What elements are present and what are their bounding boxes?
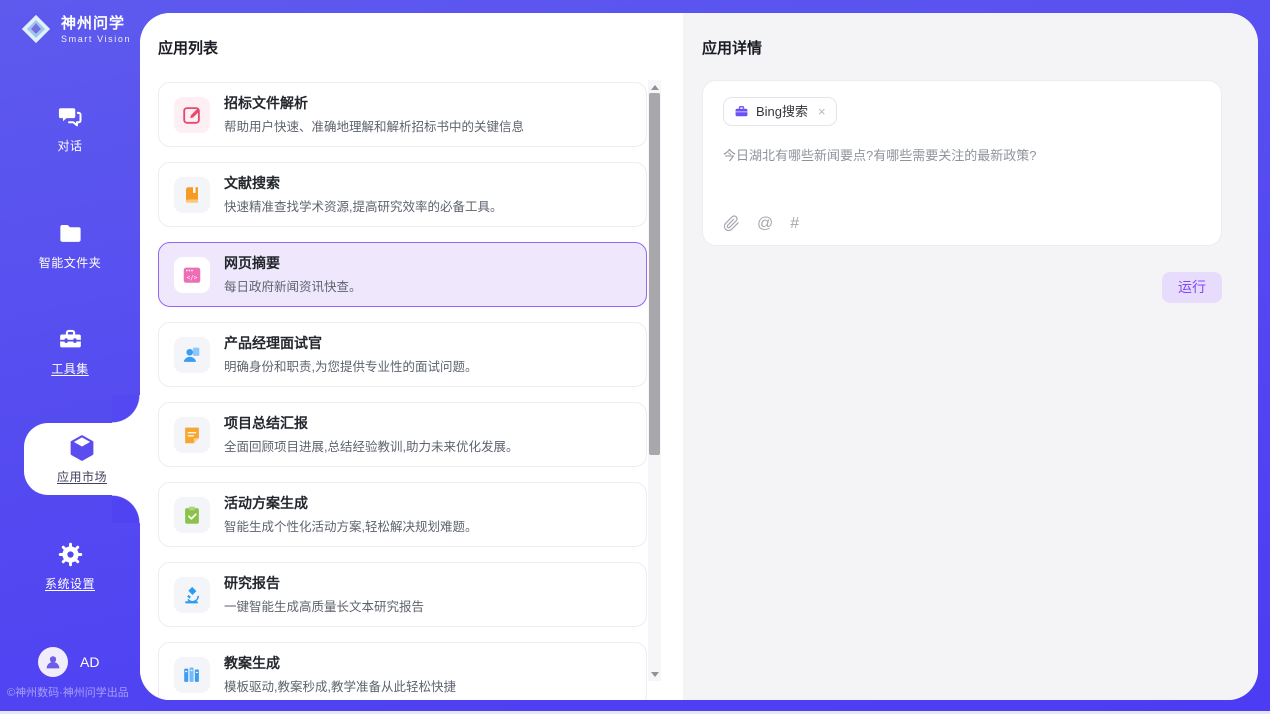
sidebar-item-app-market[interactable]: 应用市场 — [24, 423, 140, 495]
app-card-title: 产品经理面试官 — [224, 335, 477, 352]
app-card[interactable]: 招标文件解析 帮助用户快速、准确地理解和解析招标书中的关键信息 — [158, 82, 647, 147]
app-list: 招标文件解析 帮助用户快速、准确地理解和解析招标书中的关键信息 文献搜索 — [158, 82, 647, 700]
tool-tag-label: Bing搜索 — [756, 103, 808, 120]
app-detail-title: 应用详情 — [702, 40, 1222, 58]
scroll-down-icon[interactable] — [648, 668, 661, 680]
svg-text:</>: </> — [187, 274, 198, 281]
app-card-desc: 明确身份和职责,为您提供专业性的面试问题。 — [224, 356, 477, 375]
app-card-title: 活动方案生成 — [224, 495, 477, 512]
app-window: 神州问学 Smart Vision 对话 智能文件夹 — [0, 0, 1270, 714]
edit-document-icon — [174, 97, 210, 133]
app-detail-panel: 应用详情 Bing搜索 × 今日湖北有哪些新闻要点?有哪些需要关注的最新政策? — [683, 13, 1258, 700]
sidebar: 神州问学 Smart Vision 对话 智能文件夹 — [0, 0, 140, 714]
brand-name: 神州问学 — [61, 15, 131, 33]
scroll-up-icon[interactable] — [648, 81, 661, 93]
books-icon — [174, 657, 210, 693]
app-card-desc: 每日政府新闻资讯快查。 — [224, 276, 362, 295]
main-content: 应用列表 招标文件解析 帮助用户快速、准确地理解和解析招标书中的关键信息 — [140, 13, 1258, 700]
app-card[interactable]: 教案生成 模板驱动,教案秒成,教学准备从此轻松快捷 — [158, 642, 647, 700]
toolbox-icon — [57, 326, 84, 353]
app-card-title: 项目总结汇报 — [224, 415, 518, 432]
paperclip-icon[interactable] — [723, 215, 740, 232]
scrollbar[interactable] — [648, 80, 661, 681]
remove-tool-icon[interactable]: × — [818, 105, 826, 118]
clipboard-check-icon — [174, 497, 210, 533]
app-card-title: 文献搜索 — [224, 175, 502, 192]
copyright: ©神州数码·神州问学出品 — [7, 684, 129, 700]
run-button[interactable]: 运行 — [1162, 272, 1222, 303]
app-card-title: 网页摘要 — [224, 255, 362, 272]
scrollbar-thumb[interactable] — [649, 93, 660, 455]
note-icon — [174, 417, 210, 453]
user-name: AD — [80, 654, 99, 670]
app-list-title: 应用列表 — [158, 40, 218, 58]
tool-tag-bing-search[interactable]: Bing搜索 × — [723, 97, 837, 126]
brand-subtitle: Smart Vision — [61, 34, 131, 44]
app-card-desc: 一键智能生成高质量长文本研究报告 — [224, 596, 424, 615]
prompt-toolbar: @ # — [723, 215, 799, 232]
user-avatar-icon — [44, 653, 62, 671]
app-card-selected[interactable]: </> 网页摘要 每日政府新闻资讯快查。 — [158, 242, 647, 307]
app-card-desc: 全面回顾项目进展,总结经验教训,助力未来优化发展。 — [224, 436, 518, 455]
mention-icon[interactable]: @ — [757, 216, 773, 232]
app-card[interactable]: 产品经理面试官 明确身份和职责,为您提供专业性的面试问题。 — [158, 322, 647, 387]
app-card-desc: 快速精准查找学术资源,提高研究效率的必备工具。 — [224, 196, 502, 215]
briefcase-icon — [734, 104, 749, 119]
app-card-title: 招标文件解析 — [224, 95, 524, 112]
app-card[interactable]: 文献搜索 快速精准查找学术资源,提高研究效率的必备工具。 — [158, 162, 647, 227]
app-card-desc: 智能生成个性化活动方案,轻松解决规划难题。 — [224, 516, 477, 535]
interviewer-icon — [174, 337, 210, 373]
avatar — [38, 647, 68, 677]
microscope-icon — [174, 577, 210, 613]
sidebar-item-settings[interactable]: 系统设置 — [0, 541, 140, 592]
user-profile[interactable]: AD — [38, 647, 99, 677]
diamond-logo-icon — [19, 12, 53, 46]
folder-icon — [57, 220, 84, 247]
chat-icon — [56, 104, 84, 130]
sidebar-item-toolset[interactable]: 工具集 — [0, 326, 140, 377]
sidebar-item-smart-folder[interactable]: 智能文件夹 — [0, 220, 140, 271]
sidebar-item-chat[interactable]: 对话 — [0, 104, 140, 154]
cube-icon — [67, 433, 97, 463]
hash-icon[interactable]: # — [790, 216, 799, 232]
app-card-title: 研究报告 — [224, 575, 424, 592]
prompt-text[interactable]: 今日湖北有哪些新闻要点?有哪些需要关注的最新政策? — [723, 147, 1201, 165]
brand-logo: 神州问学 Smart Vision — [19, 12, 131, 46]
app-list-panel: 应用列表 招标文件解析 帮助用户快速、准确地理解和解析招标书中的关键信息 — [140, 13, 683, 700]
app-card-desc: 模板驱动,教案秒成,教学准备从此轻松快捷 — [224, 676, 456, 695]
app-card[interactable]: 活动方案生成 智能生成个性化活动方案,轻松解决规划难题。 — [158, 482, 647, 547]
app-card[interactable]: 项目总结汇报 全面回顾项目进展,总结经验教训,助力未来优化发展。 — [158, 402, 647, 467]
run-row: 运行 — [702, 272, 1222, 303]
webpage-code-icon: </> — [174, 257, 210, 293]
app-card[interactable]: 研究报告 一键智能生成高质量长文本研究报告 — [158, 562, 647, 627]
gear-icon — [57, 541, 84, 568]
book-icon — [174, 177, 210, 213]
prompt-card: Bing搜索 × 今日湖北有哪些新闻要点?有哪些需要关注的最新政策? @ # — [702, 80, 1222, 246]
app-card-desc: 帮助用户快速、准确地理解和解析招标书中的关键信息 — [224, 116, 524, 135]
app-card-title: 教案生成 — [224, 655, 456, 672]
